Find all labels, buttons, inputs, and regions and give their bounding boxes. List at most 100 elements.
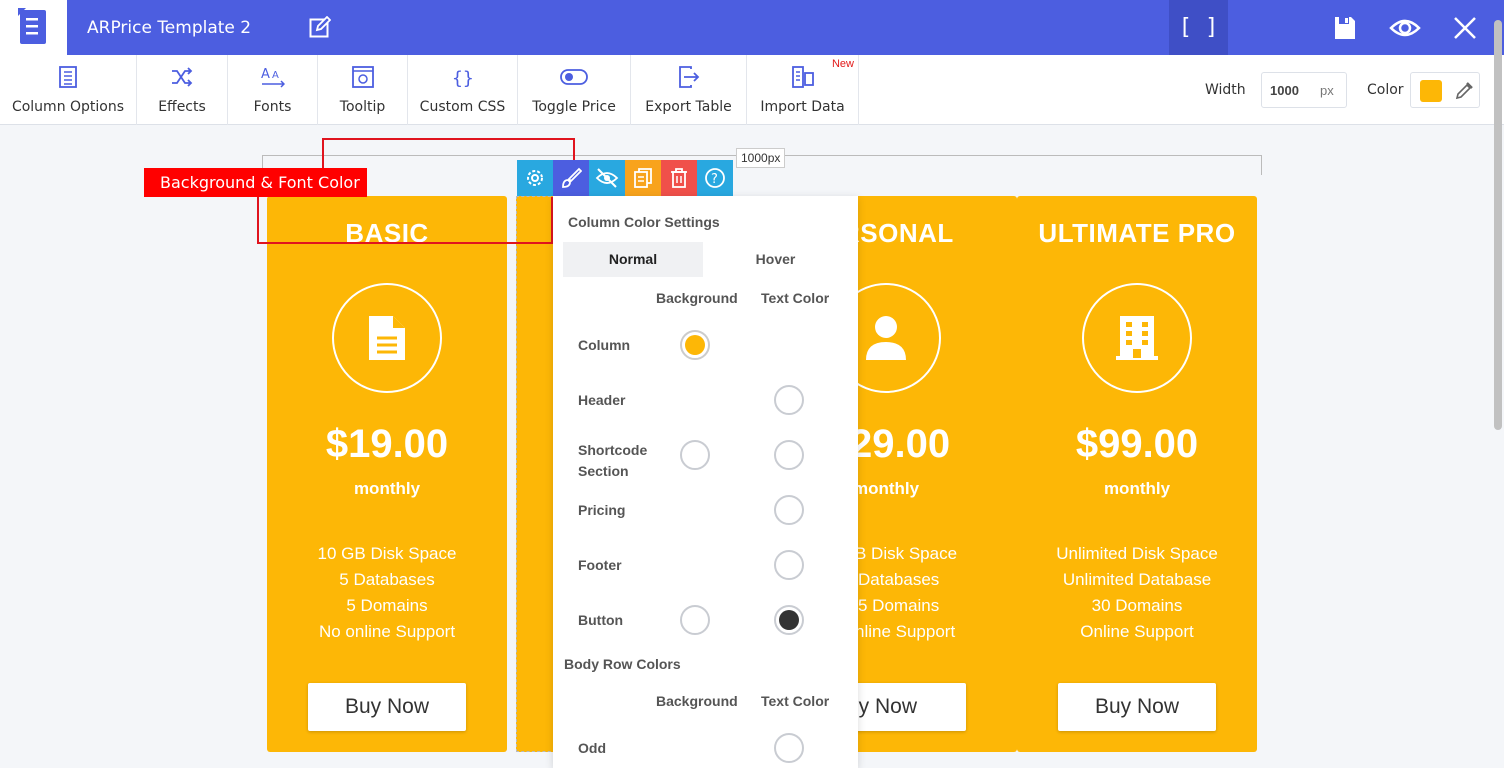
- text-color-column-header: Text Color: [761, 290, 830, 306]
- app-title: ARPrice Template 2: [87, 18, 252, 38]
- column-title: ULTIMATE PRO: [1038, 218, 1236, 248]
- toolbar-label: Fonts: [253, 99, 292, 115]
- column-period: monthly: [853, 479, 920, 498]
- toolbar-custom-css[interactable]: {} Custom CSS: [408, 55, 518, 125]
- feature-row: Unlimited Disk Space: [1056, 544, 1218, 563]
- preview-eye-icon[interactable]: [1389, 14, 1421, 42]
- column-period: monthly: [1103, 479, 1171, 498]
- row-label-button: Button: [578, 612, 624, 628]
- top-bar: ARPrice Template 2 [ ]: [0, 0, 1504, 55]
- annotation-outline: [257, 197, 553, 244]
- color-swatch[interactable]: [1420, 80, 1442, 102]
- toolbar: Column Options Effects A A Fonts Tooltip…: [0, 55, 1504, 125]
- feature-row: 5 Domains: [346, 596, 428, 615]
- column-title: RSONAL: [841, 218, 954, 248]
- eye-off-icon: [595, 168, 619, 188]
- toolbar-label: Custom CSS: [419, 99, 506, 115]
- footer-text-color-swatch[interactable]: [774, 550, 804, 580]
- shuffle-icon: [172, 67, 193, 87]
- toolbar-export-table[interactable]: Export Table: [631, 55, 747, 125]
- eyedropper-icon[interactable]: [1454, 81, 1474, 101]
- svg-text:?: ?: [711, 172, 718, 187]
- shortcode-text-color-swatch[interactable]: [774, 440, 804, 470]
- row-label-shortcode: Shortcode Section: [578, 442, 648, 479]
- feature-row: 5 Databases: [339, 570, 435, 589]
- feature-row: 30 Domains: [1091, 596, 1183, 615]
- column-icon-circle: [1082, 283, 1192, 393]
- header-text-color-swatch[interactable]: [774, 385, 804, 415]
- toolbar-label: Toggle Price: [532, 99, 616, 115]
- new-badge: New: [831, 58, 854, 70]
- save-icon[interactable]: [1331, 14, 1359, 42]
- app-logo: [0, 0, 67, 55]
- gear-icon: [527, 170, 543, 186]
- row-label-pricing: Pricing: [578, 502, 626, 518]
- feature-row: Online Support: [1080, 622, 1194, 641]
- toolbar-effects[interactable]: Effects: [137, 55, 228, 125]
- buy-now-button[interactable]: uy Now: [847, 683, 966, 731]
- toolbar-import-data[interactable]: New Import Data: [747, 55, 859, 125]
- pricing-column-ultimate-pro[interactable]: ULTIMATE PRO $99.00 monthly Unlimited Di…: [1017, 196, 1257, 752]
- pricing-column-basic[interactable]: BASIC $19.00 monthly 10 GB Disk Space 5 …: [267, 196, 507, 752]
- body-background-column-header: Background: [656, 693, 738, 709]
- scrollbar[interactable]: [1494, 20, 1502, 430]
- width-label: Width: [1205, 82, 1246, 98]
- toolbar-fonts[interactable]: A A Fonts: [228, 55, 318, 125]
- column-price: $99.00: [1075, 422, 1199, 466]
- pricing-column-selected[interactable]: [516, 196, 556, 752]
- shortcode-background-swatch[interactable]: [680, 440, 710, 470]
- color-picker-field[interactable]: [1410, 72, 1480, 108]
- tooltip-icon: [351, 66, 374, 88]
- column-delete-button[interactable]: [661, 160, 697, 196]
- button-background-swatch[interactable]: [680, 605, 710, 635]
- brush-icon: [562, 167, 582, 188]
- user-icon: [866, 316, 906, 360]
- button-text-color-swatch[interactable]: [774, 605, 804, 635]
- toolbar-label: Import Data: [760, 99, 845, 115]
- annotation-tooltip: Background & Font Color: [144, 168, 367, 197]
- edit-title-icon[interactable]: [309, 16, 331, 38]
- column-color-button[interactable]: [553, 160, 589, 196]
- copy-icon: [634, 168, 652, 188]
- buy-now-button[interactable]: Buy Now: [1058, 683, 1216, 731]
- close-icon[interactable]: [1451, 14, 1479, 42]
- column-hide-button[interactable]: [589, 160, 625, 196]
- feature-row: B Disk Space: [855, 544, 958, 563]
- width-input[interactable]: 1000 px: [1261, 72, 1347, 108]
- building-icon: [1116, 316, 1158, 360]
- column-help-button[interactable]: ?: [697, 160, 733, 196]
- row-label-column: Column: [578, 337, 631, 353]
- background-column-header: Background: [656, 290, 738, 306]
- feature-row: No online Support: [318, 622, 456, 641]
- fullscreen-button[interactable]: [ ]: [1169, 0, 1228, 55]
- width-value: 1000: [1270, 83, 1299, 98]
- column-duplicate-button[interactable]: [625, 160, 661, 196]
- toolbar-label: Export Table: [645, 99, 732, 115]
- toolbar-toggle-price[interactable]: Toggle Price: [518, 55, 631, 125]
- svg-text:A: A: [272, 70, 279, 81]
- row-label-footer: Footer: [578, 557, 622, 573]
- odd-row-text-color-swatch[interactable]: [774, 733, 804, 763]
- feature-row: 5 Domains: [858, 596, 940, 615]
- toolbar-tooltip[interactable]: Tooltip: [318, 55, 408, 125]
- logo-icon: [17, 7, 46, 44]
- toggle-icon: [560, 69, 588, 85]
- feature-row: Unlimited Database: [1062, 570, 1212, 589]
- width-unit: px: [1320, 83, 1334, 98]
- pricing-text-color-swatch[interactable]: [774, 495, 804, 525]
- panel-heading: Column Color Settings: [568, 214, 720, 230]
- svg-text:{}: {}: [452, 68, 474, 89]
- document-icon: [369, 316, 405, 360]
- column-background-swatch[interactable]: [680, 330, 710, 360]
- buy-now-button[interactable]: Buy Now: [308, 683, 466, 731]
- feature-row: Databases: [858, 570, 940, 589]
- font-icon: A A: [261, 67, 285, 88]
- toolbar-column-options[interactable]: Column Options: [0, 55, 137, 125]
- column-period: monthly: [353, 479, 421, 498]
- tab-hover[interactable]: Hover: [703, 242, 848, 277]
- column-settings-button[interactable]: [517, 160, 553, 196]
- tab-normal[interactable]: Normal: [563, 242, 703, 277]
- column-icon-circle: [332, 283, 442, 393]
- import-icon: [791, 66, 814, 88]
- body-text-color-column-header: Text Color: [761, 693, 830, 709]
